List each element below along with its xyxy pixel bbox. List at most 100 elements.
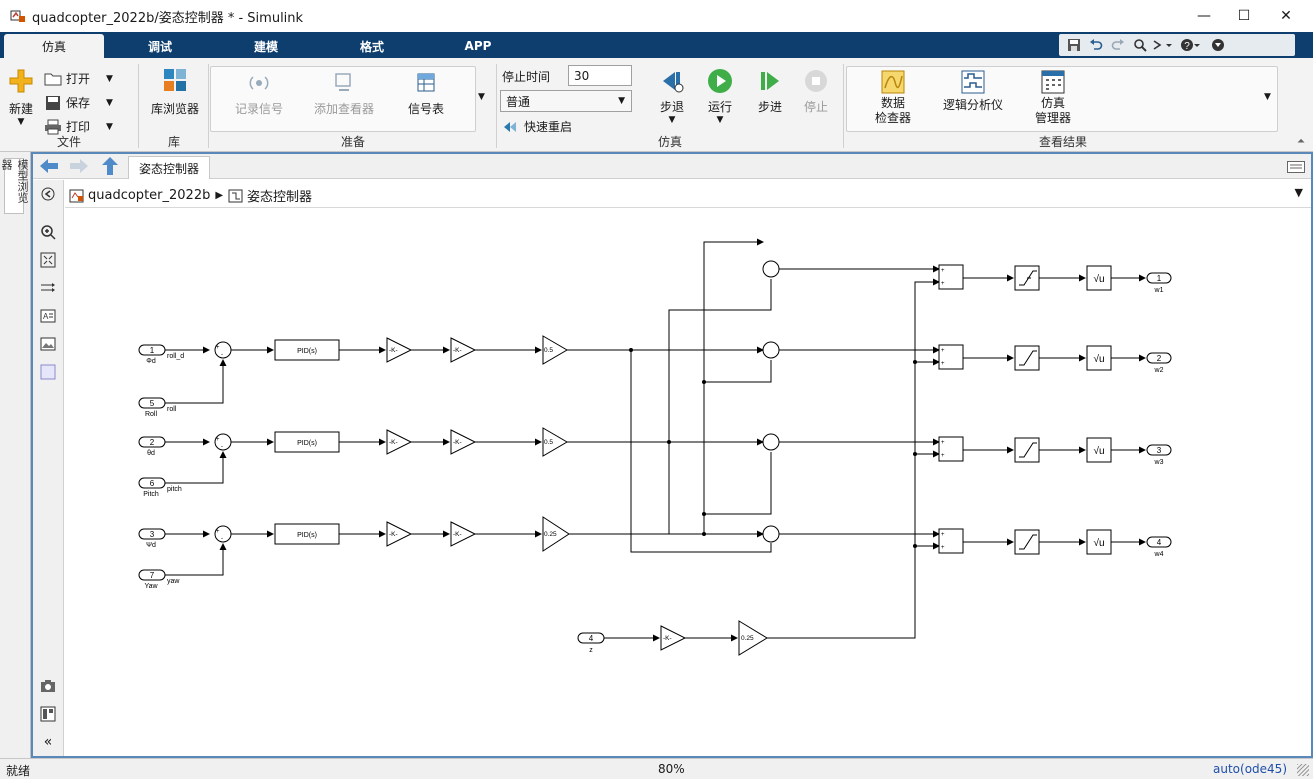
inport-4[interactable]: 4 z	[577, 632, 605, 654]
step-back-button[interactable]: 步退 ▼	[654, 68, 690, 125]
saturation-4[interactable]	[1014, 529, 1040, 555]
outport-1[interactable]: 1 w1	[1146, 272, 1172, 294]
redo-icon[interactable]	[1107, 36, 1129, 54]
log-signal-button[interactable]: 记录信号	[224, 72, 294, 117]
screenshot-icon[interactable]	[39, 678, 57, 694]
sqrt-4[interactable]: √u	[1086, 529, 1112, 555]
tab-debug[interactable]: 调试	[120, 34, 200, 58]
forward-arrow-icon[interactable]	[69, 158, 89, 174]
saturation-3[interactable]	[1014, 437, 1040, 463]
mixer-sum-4[interactable]	[762, 525, 780, 543]
route-lines-icon[interactable]	[39, 280, 57, 296]
inport-5[interactable]: 5 Roll roll	[138, 397, 177, 418]
ribbon: 新建 ▼ 打开 ▼ 保存 ▼ 打印 ▼ 文件 库浏览器 库 记录信号 添加查看器…	[0, 58, 1313, 152]
collapse-palette-icon[interactable]: «	[39, 734, 57, 750]
fit-to-view-icon[interactable]	[39, 252, 57, 268]
save-icon[interactable]	[1063, 36, 1085, 54]
logic-analyzer-button[interactable]: 逻辑分析仪	[938, 70, 1008, 113]
sqrt-3[interactable]: √u	[1086, 437, 1112, 463]
new-button[interactable]: 新建 ▼	[6, 68, 36, 127]
breadcrumb-root[interactable]: quadcopter_2022b	[88, 188, 210, 203]
prepare-expand-icon[interactable]: ▼	[478, 92, 485, 102]
back-arrow-icon[interactable]	[39, 158, 59, 174]
mixer-sum-3[interactable]	[762, 433, 780, 451]
outport-3[interactable]: 3 w3	[1146, 444, 1172, 466]
save-button[interactable]: 保存 ▼	[44, 94, 113, 111]
undo-icon[interactable]	[1085, 36, 1107, 54]
keyboard-icon[interactable]	[1287, 161, 1305, 173]
svg-text:w2: w2	[1154, 367, 1164, 374]
inport-6[interactable]: 6 Pitch pitch	[138, 477, 182, 498]
step-back-icon	[663, 72, 684, 93]
stop-button[interactable]: 停止	[798, 68, 834, 115]
pid-yaw[interactable]: PID(s)	[274, 523, 340, 545]
library-browser-button[interactable]: 库浏览器	[146, 68, 204, 117]
stop-time-label: 停止时间	[502, 70, 551, 84]
saturation-2[interactable]	[1014, 345, 1040, 371]
open-button[interactable]: 打开 ▼	[44, 70, 113, 87]
breadcrumb-current[interactable]: 姿态控制器	[247, 186, 312, 205]
up-arrow-icon[interactable]	[101, 156, 119, 176]
run-button[interactable]: 运行 ▼	[702, 68, 738, 125]
svg-text:-K-: -K-	[663, 635, 672, 642]
inport-1[interactable]: 1 Φd roll_d	[138, 344, 184, 365]
sqrt-2[interactable]: √u	[1086, 345, 1112, 371]
svg-text:A: A	[43, 312, 49, 321]
zoom-in-icon[interactable]	[39, 224, 57, 240]
svg-text:1: 1	[150, 346, 155, 355]
results-expand-icon[interactable]: ▼	[1264, 92, 1271, 102]
signal-table-button[interactable]: 信号表	[396, 72, 456, 117]
data-inspector-button[interactable]: 数据 检查器	[868, 70, 918, 126]
svg-text:roll_d: roll_d	[167, 353, 184, 360]
image-icon[interactable]	[39, 336, 57, 352]
inport-2[interactable]: 2 θd	[138, 436, 166, 457]
outport-4[interactable]: 4 w4	[1146, 536, 1172, 558]
block-diagram[interactable]: 1 Φd roll_d 5 Roll roll 2 θd 6 Pitch pit…	[65, 209, 1311, 756]
search-icon[interactable]	[1129, 36, 1151, 54]
saturation-1[interactable]	[1014, 265, 1040, 291]
tab-simulation[interactable]: 仿真	[4, 34, 104, 58]
hide-show-icon[interactable]	[39, 186, 57, 202]
pid-roll[interactable]: PID(s)	[274, 339, 340, 361]
inport-3[interactable]: 3 Ψd	[138, 528, 166, 549]
area-icon[interactable]	[39, 364, 57, 380]
model-browser-tab[interactable]: 模型浏览器	[0, 158, 29, 214]
svg-text:+: +	[941, 361, 945, 367]
collapse-ribbon-icon[interactable]: ⏶	[1297, 136, 1305, 147]
tab-attitude-controller[interactable]: 姿态控制器	[128, 156, 210, 179]
add-viewer-button[interactable]: 添加查看器	[306, 72, 382, 117]
zoom-level[interactable]: 80%	[658, 762, 685, 776]
solver-link[interactable]: auto(ode45)	[1213, 762, 1287, 776]
svg-text:-: -	[221, 536, 223, 542]
stop-time-input[interactable]: 30	[568, 65, 632, 86]
outport-2[interactable]: 2 w2	[1146, 352, 1172, 374]
editor-tool-palette: A «	[33, 180, 64, 756]
sim-manager-button[interactable]: 仿真 管理器	[1028, 70, 1078, 126]
svg-text:√u: √u	[1093, 353, 1104, 365]
simulation-mode-select[interactable]: 普通 ▼	[500, 90, 632, 112]
collapse-ribbon-icon[interactable]	[1207, 36, 1229, 54]
tab-apps[interactable]: APP	[438, 34, 518, 58]
logic-analyzer-icon	[961, 70, 985, 94]
tab-format[interactable]: 格式	[332, 34, 412, 58]
svg-text:Ψd: Ψd	[146, 542, 156, 549]
pid-pitch[interactable]: PID(s)	[274, 431, 340, 453]
new-icon	[9, 69, 33, 93]
mixer-sum-1[interactable]	[762, 260, 780, 278]
step-forward-button[interactable]: 步进	[752, 68, 788, 115]
mode-icon[interactable]	[1151, 36, 1173, 54]
model-canvas[interactable]: 1 Φd roll_d 5 Roll roll 2 θd 6 Pitch pit…	[65, 209, 1311, 756]
annotation-icon[interactable]: A	[39, 308, 57, 324]
model-explorer-icon[interactable]	[39, 706, 57, 722]
inport-7[interactable]: 7 Yaw yaw	[138, 569, 180, 590]
svg-text:w4: w4	[1154, 551, 1164, 558]
sqrt-1[interactable]: √u	[1086, 265, 1112, 291]
tab-modeling[interactable]: 建模	[226, 34, 306, 58]
svg-text:Roll: Roll	[145, 411, 158, 418]
maximize-button[interactable]: ☐	[1221, 0, 1267, 32]
breadcrumb-dropdown-icon[interactable]: ▼	[1295, 186, 1303, 199]
mixer-sum-2[interactable]	[762, 341, 780, 359]
resize-grip-icon[interactable]	[1297, 764, 1309, 776]
close-button[interactable]: ✕	[1263, 0, 1309, 32]
help-icon[interactable]: ?	[1179, 36, 1201, 54]
